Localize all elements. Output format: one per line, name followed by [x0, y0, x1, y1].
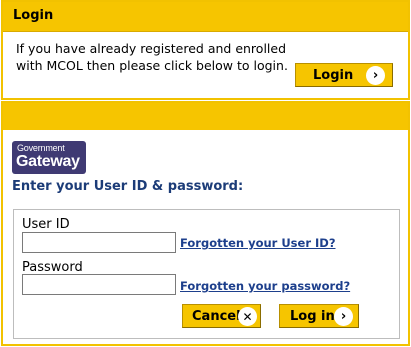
gateway-title: Enter your User ID & password:	[12, 179, 244, 194]
login-button-label: Login	[313, 68, 354, 83]
log-in-button-label: Log in	[290, 309, 335, 324]
gateway-panel: Government Gateway Enter your User ID & …	[1, 101, 410, 346]
user-id-label: User ID	[22, 217, 70, 232]
login-header: Login	[3, 2, 408, 32]
chevron-right-icon: ›	[366, 66, 385, 85]
log-in-button[interactable]: Log in ›	[279, 304, 359, 328]
cancel-button[interactable]: Cancel ✕	[182, 304, 261, 328]
cancel-button-label: Cancel	[192, 309, 241, 324]
forgot-user-id-link[interactable]: Forgotten your User ID?	[180, 236, 336, 250]
password-input[interactable]	[22, 274, 176, 295]
logo-text-top: Government	[17, 143, 65, 153]
chevron-right-icon: ›	[334, 307, 353, 326]
login-message: If you have already registered and enrol…	[16, 41, 288, 73]
close-icon: ✕	[238, 307, 257, 326]
forgot-password-link[interactable]: Forgotten your password?	[180, 279, 350, 293]
government-gateway-logo: Government Gateway	[12, 141, 86, 174]
login-panel: Login If you have already registered and…	[1, 0, 410, 100]
password-label: Password	[22, 260, 83, 275]
gateway-header-bar	[3, 103, 408, 130]
user-id-input[interactable]	[22, 232, 176, 253]
login-button[interactable]: Login ›	[295, 63, 393, 87]
credentials-form: User ID Forgotten your User ID? Password…	[13, 209, 400, 339]
logo-text-bottom: Gateway	[16, 153, 80, 170]
